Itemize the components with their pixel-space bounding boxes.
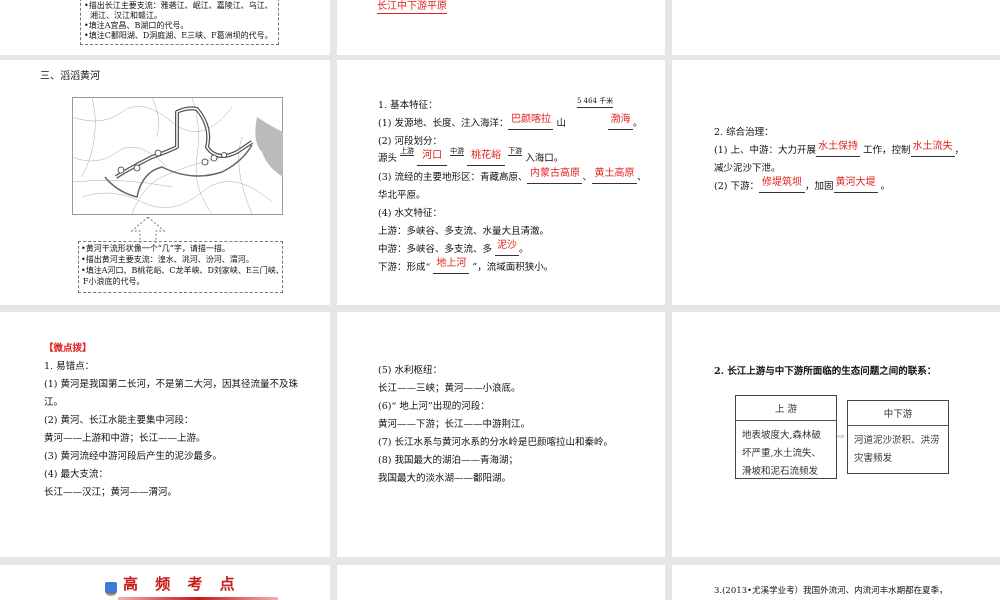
tip-line: (3) 黄河流经中游河段后产生的泥沙最多。 [44,451,222,462]
tip-line: 我国最大的淡水湖——鄱阳湖。 [378,473,512,484]
slide-tips-continued[interactable]: (5) 水利枢纽： 长江——三峡；黄河——小浪底。 (6)“ 地上河”出现的河段… [337,312,665,557]
task-line: •填注A宜昌、B湖口的代号。 [84,21,189,30]
task-line: •填注A河口、B桃花峪、C龙羊峡、D刘家峡、E三门峡、 [81,266,284,275]
task-line: •填注C鄱阳湖、D洞庭湖、E三峡、F葛洲坝的代号。 [84,31,273,40]
lower-title: 中下游 [848,401,948,426]
tip-line: (2) 黄河、长江水能主要集中河段： [44,415,194,426]
dashed-callout-arrow [130,217,166,243]
slide-blank-bottom[interactable] [337,565,665,600]
upper-body: 地表坡度大,森林破坏严重,水土流失、滑坡和泥石流频发 [742,430,822,477]
feature-line-4: (4) 水文特征： [378,208,442,219]
tip-line: 江。 [44,397,64,408]
upper-reaches-box: 上 游 地表坡度大,森林破坏严重,水土流失、滑坡和泥石流频发 [735,395,837,479]
tip-line: (4) 最大支流： [44,469,108,480]
tip-line: (6)“ 地上河”出现的河段： [378,401,490,412]
task-line: 湘江、汉江和赣江。 [90,11,162,20]
slide-yellow-river-map[interactable]: 三、滔滔黄河 •黄河干流形状像一个“几”字，请描一描。 •描出黄河主要支流：湟水… [0,60,330,305]
hydrology-lower: 下游：形成“ 地上河 ”，流域面积狭小。 [378,258,554,274]
yellow-river-map [72,97,283,215]
task-line: •描出长江主要支流：雅砻江、岷江、嘉陵江、乌江、 [84,1,273,10]
tip-line: (7) 长江水系与黄河水系的分水岭是巴颜喀拉山和秦岭。 [378,437,613,448]
section-logo-text: 高 频 考 点 [123,575,241,593]
slide-blank-top[interactable] [672,0,1000,55]
feature-line-3-cont: 华北平原。 [378,190,426,201]
slide-tips[interactable]: 【微点拨】 1. 易错点： (1) 黄河是我国第二长河，不是第二大河，因其径流量… [0,312,330,557]
tip-line: (5) 水利枢纽： [378,365,442,376]
slide-high-frequency[interactable]: 高 频 考 点 [0,565,330,600]
hydrology-upper: 上游：多峡谷、多支流、水量大且清澈。 [378,226,550,237]
task-line: F小浪底的代号。 [83,277,145,286]
governance-line-1: (1) 上、中游：大力开展 水土保持 工作，控制 水土流失， [714,141,965,157]
slide-exercise[interactable]: 3.(2013•尤溪学业考）我国外流河、内流河丰水期都在夏季， [672,565,1000,600]
upper-title: 上 游 [736,396,836,421]
tip-line: 黄河——下游；长江——中游荆江。 [378,419,531,430]
hydrology-middle: 中游：多峡谷、多支流、多 泥沙。 [378,240,529,256]
governance-line-1-cont: 减少泥沙下泄。 [714,163,781,174]
tip-line: 黄河——上游和中游；长江——上游。 [44,433,206,444]
slide-ecology[interactable]: 2. 长江上游与中下游所面临的生态问题之间的联系： 上 游 地表坡度大,森林破坏… [672,312,1000,557]
answer-text: 长江中下游平原 [377,1,447,14]
arrow-right-icon: ⇨ [837,432,845,442]
feature-line-1: (1) 发源地、长度、注入海洋： 巴颜喀拉 山渤海。 [378,114,643,130]
tips-heading: 【微点拨】 [44,343,92,354]
governance-line-2: (2) 下游： 修堤筑坝 ，加固 黄河大堤 。 [714,177,891,193]
feature-line-3: (3) 流经的主要地形区：青藏高原、 内蒙古高原、黄土高原、 [378,168,647,184]
tip-line: (1) 黄河是我国第二长河，不是第二大河，因其径流量不及珠 [44,379,298,390]
lower-reaches-box: 中下游 河道泥沙淤积、洪涝灾害频发 [847,400,949,474]
slide-basic-features[interactable]: 1. 基本特征： 5 464 千米 (1) 发源地、长度、注入海洋： 巴颜喀拉 山… [337,60,665,305]
exercise-text: 3.(2013•尤溪学业考）我国外流河、内流河丰水期都在夏季， [714,586,948,596]
length-arrow-label: 5 464 千米 [577,95,614,108]
heading: 2. 综合治理： [714,127,774,138]
tip-line: 1. 易错点： [44,361,95,372]
lower-body: 河道泥沙淤积、洪涝灾害频发 [854,435,940,464]
heading: 1. 基本特征： [378,100,438,111]
section-title: 三、滔滔黄河 [40,71,100,82]
slide-yangtze-answers-tail[interactable]: 长江中下游平原 [337,0,665,55]
book-icon [105,582,117,596]
task-line: •黄河干流形状像一个“几”字，请描一描。 [81,244,230,253]
task-line: •描出黄河主要支流：湟水、洮河、汾河、渭河。 [81,255,254,264]
river-sections: 源头 上游 河口 中游 桃花峪 下游 入海口。 [378,147,564,166]
tip-line: 长江——三峡；黄河——小浪底。 [378,383,521,394]
slide-governance[interactable]: 2. 综合治理： (1) 上、中游：大力开展 水土保持 工作，控制 水土流失， 减少… [672,60,1000,305]
slide-yangtze-map-tail[interactable]: •描出长江主要支流：雅砻江、岷江、嘉陵江、乌江、 湘江、汉江和赣江。 •填注A宜… [0,0,330,55]
tip-line: 长江——汉江；黄河——渭河。 [44,487,178,498]
heading: 2. 长江上游与中下游所面临的生态问题之间的联系： [714,366,937,377]
tip-line: (8) 我国最大的湖泊——青海湖； [378,455,518,466]
